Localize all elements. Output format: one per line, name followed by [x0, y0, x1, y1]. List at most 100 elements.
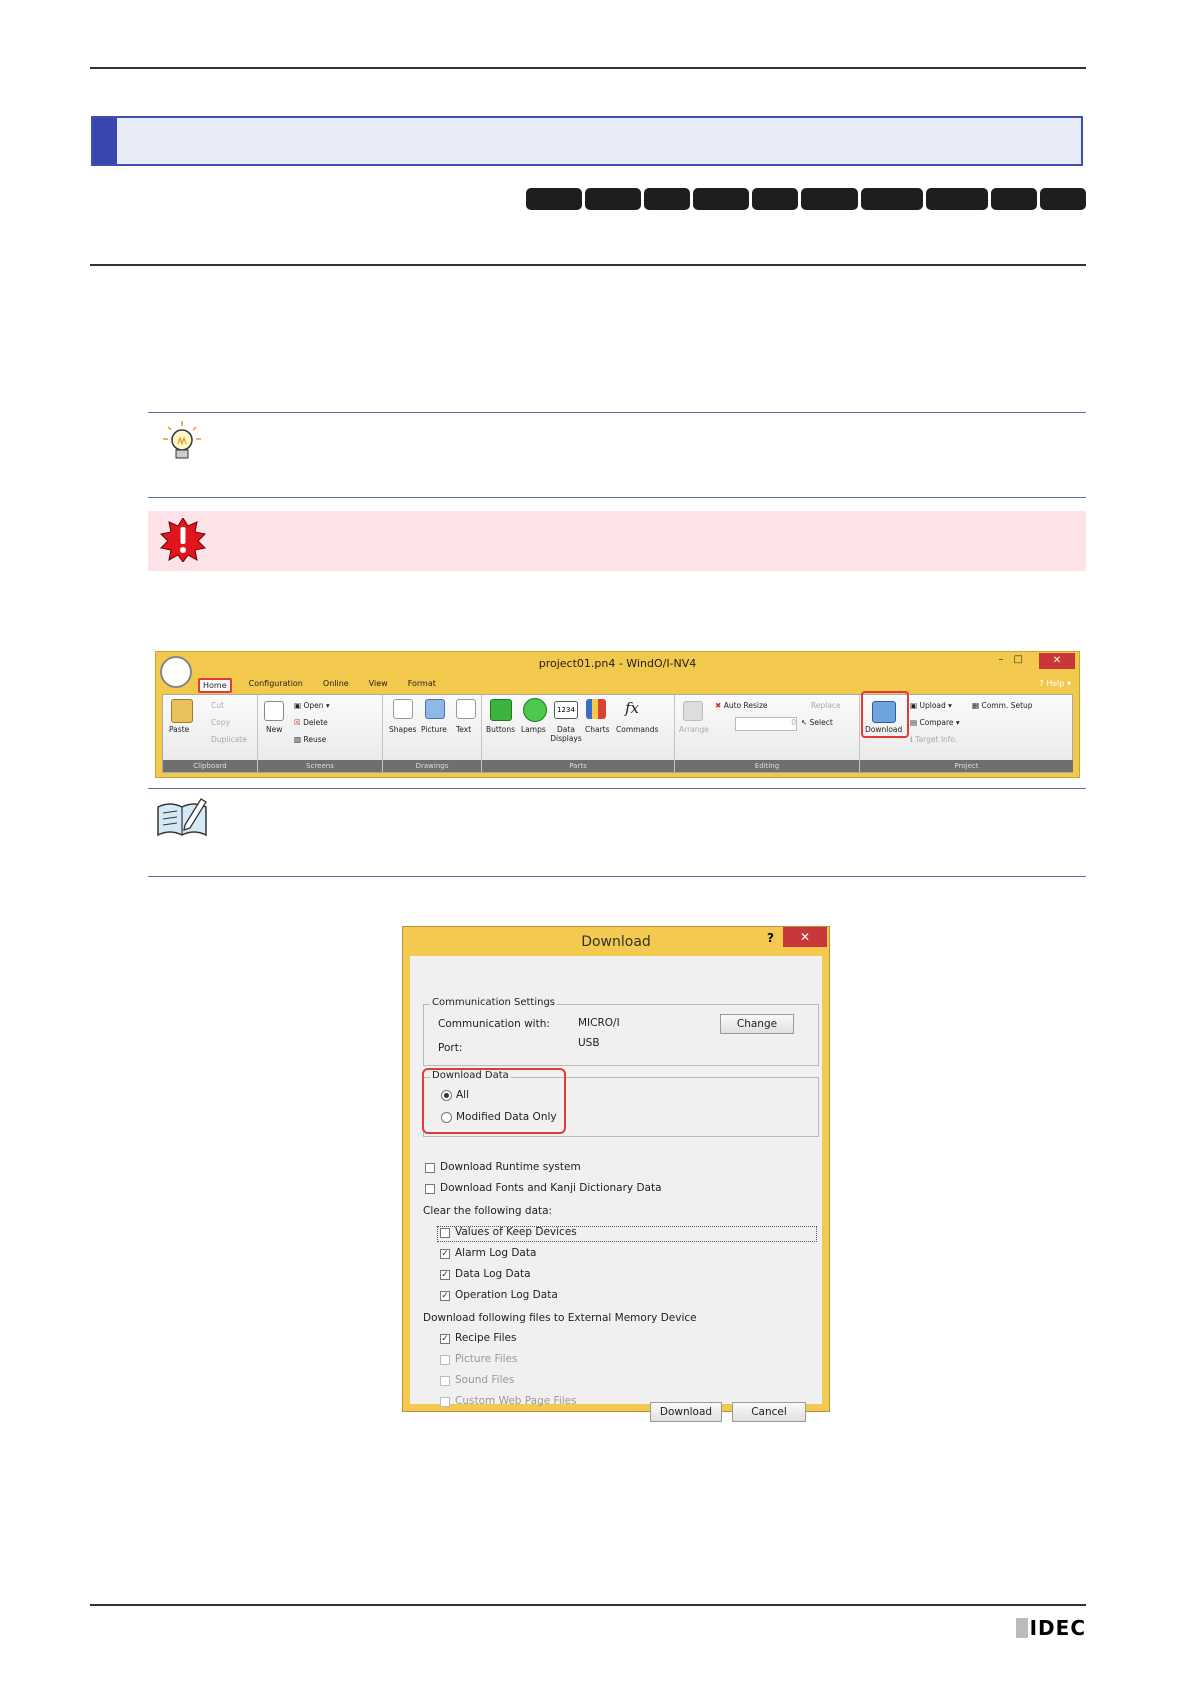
data-log-checkbox[interactable]: ✓ — [440, 1270, 450, 1280]
port-label: Port: — [438, 1042, 463, 1054]
paste-icon — [171, 699, 193, 723]
recipe-files-label[interactable]: Recipe Files — [455, 1332, 516, 1344]
paste-button[interactable]: Paste — [169, 725, 189, 734]
download-data-highlight — [422, 1068, 566, 1134]
caution-icon — [159, 518, 207, 562]
fonts-checkbox[interactable] — [425, 1184, 435, 1194]
commands-button[interactable]: Commands — [616, 725, 658, 734]
subsection-rule — [90, 264, 1086, 266]
text-icon — [456, 699, 476, 719]
group-screens: New ▣ Open ▾ ☒ Delete ▧ Reuse Screens — [258, 695, 383, 772]
runtime-label[interactable]: Download Runtime system — [440, 1161, 581, 1173]
lamps-icon — [523, 698, 547, 722]
web-page-files-checkbox[interactable] — [440, 1397, 450, 1407]
compare-button[interactable]: ▤ Compare ▾ — [910, 718, 960, 727]
group-parts: Buttons Lamps 1234 Data Displays Charts … — [482, 695, 675, 772]
section-heading-bar — [91, 116, 1083, 166]
model-badge — [991, 188, 1037, 210]
close-icon[interactable]: ✕ — [1039, 653, 1075, 669]
arrange-button[interactable]: Arrange — [679, 725, 709, 734]
group-editing: Arrange ✖ Auto Resize 0 Replace ↖ Select… — [675, 695, 860, 772]
reuse-button[interactable]: ▧ Reuse — [294, 735, 326, 744]
tab-home[interactable]: Home — [198, 678, 232, 693]
charts-button[interactable]: Charts — [585, 725, 610, 734]
logo-mark — [1015, 1618, 1028, 1638]
tab-format[interactable]: Format — [405, 678, 439, 693]
target-info-button[interactable]: ℹ Target Info. — [910, 735, 957, 744]
picture-files-label[interactable]: Picture Files — [455, 1353, 518, 1365]
lamps-button[interactable]: Lamps — [521, 725, 546, 734]
new-screen-icon — [264, 701, 284, 721]
external-memory-label: Download following files to External Mem… — [423, 1312, 697, 1324]
note-box-bottom — [148, 876, 1086, 877]
download-button[interactable]: Download — [650, 1402, 722, 1422]
model-badges — [526, 188, 1086, 210]
new-button[interactable]: New — [266, 725, 282, 734]
sound-files-label[interactable]: Sound Files — [455, 1374, 514, 1386]
close-icon[interactable]: ✕ — [783, 927, 827, 947]
fonts-label[interactable]: Download Fonts and Kanji Dictionary Data — [440, 1182, 662, 1194]
copy-button[interactable]: Copy — [211, 718, 230, 727]
help-icon[interactable]: ? — [767, 931, 774, 945]
data-log-label[interactable]: Data Log Data — [455, 1268, 531, 1280]
tab-view[interactable]: View — [366, 678, 391, 693]
data-displays-button[interactable]: Data Displays — [550, 725, 582, 743]
group-label: Parts — [482, 760, 674, 772]
spin-box[interactable]: 0 — [735, 717, 797, 731]
replace-button[interactable]: Replace — [811, 701, 841, 710]
group-label: Screens — [258, 760, 382, 772]
picture-files-checkbox[interactable] — [440, 1355, 450, 1365]
select-button[interactable]: ↖ Select — [801, 718, 833, 727]
comm-settings-group: Communication Settings Communication wit… — [423, 997, 819, 1066]
shapes-button[interactable]: Shapes — [389, 725, 416, 734]
recipe-files-checkbox[interactable]: ✓ — [440, 1334, 450, 1344]
duplicate-button[interactable]: Duplicate — [211, 735, 247, 744]
comm-setup-button[interactable]: ▦ Comm. Setup — [972, 701, 1033, 710]
charts-icon — [586, 699, 606, 719]
caution-box — [148, 511, 1086, 571]
keep-devices-checkbox[interactable] — [440, 1228, 450, 1238]
brand-logo: IDEC — [1015, 1616, 1086, 1640]
tab-online[interactable]: Online — [320, 678, 352, 693]
runtime-checkbox[interactable] — [425, 1163, 435, 1173]
operation-log-checkbox[interactable]: ✓ — [440, 1291, 450, 1301]
dialog-body: Communication Settings Communication wit… — [410, 956, 822, 1422]
help-button[interactable]: ? Help ▾ — [1039, 679, 1071, 688]
note-icon — [157, 798, 207, 837]
group-clipboard: Paste Cut Copy Duplicate Clipboard — [163, 695, 258, 772]
text-button[interactable]: Text — [456, 725, 471, 734]
alarm-log-checkbox[interactable]: ✓ — [440, 1249, 450, 1259]
sound-files-checkbox[interactable] — [440, 1376, 450, 1386]
cancel-button[interactable]: Cancel — [732, 1402, 806, 1422]
auto-resize-button[interactable]: ✖ Auto Resize — [715, 701, 768, 710]
ribbon-tabs: Home Configuration Online View Format — [198, 678, 439, 693]
port-value: USB — [578, 1037, 600, 1049]
change-button[interactable]: Change — [720, 1014, 794, 1034]
window-title: project01.pn4 - WindO/I-NV4 — [538, 657, 697, 670]
group-drawings: Shapes Picture Text Drawings — [383, 695, 482, 772]
alarm-log-label[interactable]: Alarm Log Data — [455, 1247, 536, 1259]
operation-log-label[interactable]: Operation Log Data — [455, 1289, 558, 1301]
upload-button[interactable]: ▣ Upload ▾ — [910, 701, 952, 710]
tab-configuration[interactable]: Configuration — [246, 678, 306, 693]
shapes-icon — [393, 699, 413, 719]
group-project: Download ▣ Upload ▾ ▤ Compare ▾ ℹ Target… — [860, 691, 1073, 772]
picture-button[interactable]: Picture — [421, 725, 447, 734]
hint-box-top — [148, 412, 1086, 413]
model-badge — [861, 188, 923, 210]
cut-button[interactable]: Cut — [211, 701, 224, 710]
buttons-button[interactable]: Buttons — [486, 725, 515, 734]
download-highlight — [861, 691, 909, 738]
top-rule — [90, 67, 1086, 69]
model-badge — [752, 188, 798, 210]
keep-devices-label[interactable]: Values of Keep Devices — [455, 1226, 577, 1238]
group-label: Editing — [675, 760, 859, 772]
arrange-icon — [683, 701, 703, 721]
web-page-files-label[interactable]: Custom Web Page Files — [455, 1395, 577, 1407]
model-badge — [801, 188, 858, 210]
ribbon-body: Paste Cut Copy Duplicate Clipboard New ▣… — [162, 691, 1073, 773]
open-button[interactable]: ▣ Open ▾ — [294, 701, 330, 710]
delete-button[interactable]: ☒ Delete — [294, 718, 328, 727]
hint-box-bottom — [148, 497, 1086, 498]
window-controls[interactable]: –□ — [999, 654, 1033, 665]
